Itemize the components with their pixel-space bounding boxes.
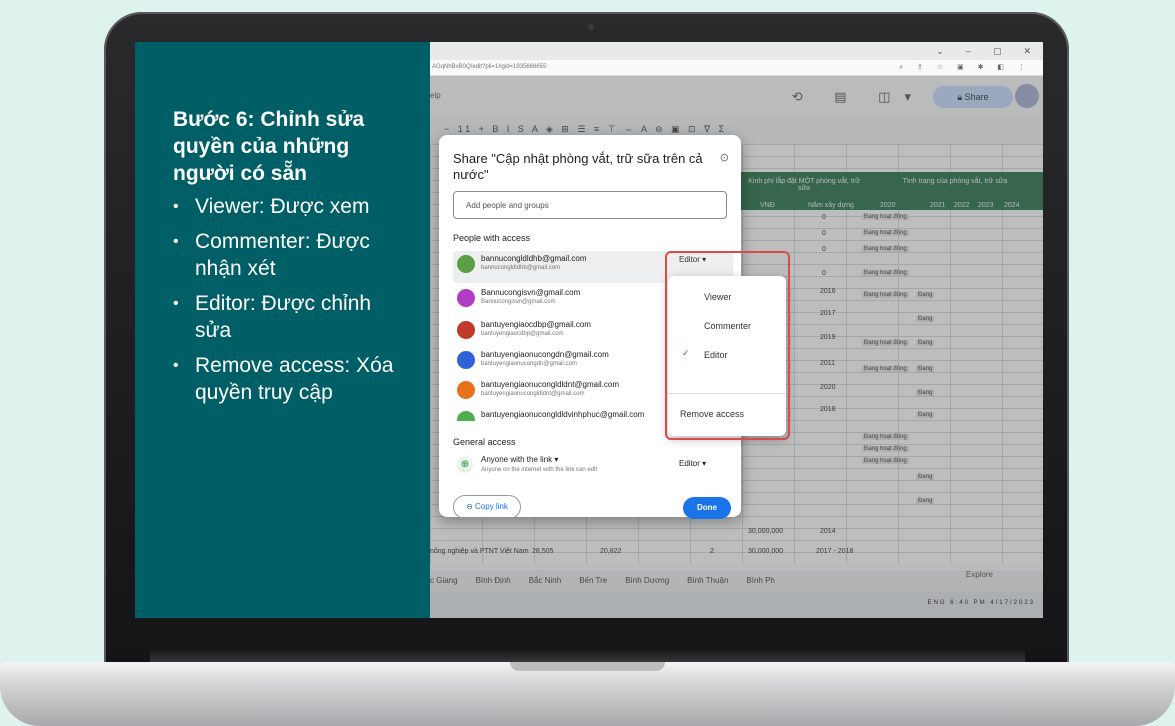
laptop-base — [0, 662, 1175, 726]
avatar — [457, 255, 475, 273]
instruction-panel: Bước 6: Chỉnh sửa quyền của những người … — [135, 42, 430, 618]
person-email: Bannucongisvn@gmail.com — [481, 288, 581, 297]
window-titlebar: ⌄ – ▢ ✕ — [430, 42, 1043, 60]
person-email: bannucongldldhb@gmail.com — [481, 254, 587, 263]
person-sub: bantuyengiaonucongldldnt@gmail.com — [481, 391, 585, 397]
avatar — [457, 351, 475, 369]
help-icon[interactable]: ⊙ — [720, 151, 729, 164]
laptop-notch — [510, 662, 665, 671]
chevron-down-icon[interactable]: ⌄ — [936, 46, 944, 57]
anyone-link-desc: Anyone on the internet with the link can… — [481, 467, 598, 473]
instruction-item: Commenter: Được nhận xét — [173, 228, 410, 282]
browser-toolbar-icons[interactable]: ⌕ ⇪ ☆ ▣ ✱ ◧ ⋮ — [899, 63, 1031, 72]
people-with-access-label: People with access — [453, 233, 531, 243]
step-heading: Bước 6: Chỉnh sửa quyền của những người … — [173, 108, 365, 185]
instruction-item: Editor: Được chỉnh sửa — [173, 290, 410, 344]
link-icon: ⊖ — [466, 502, 476, 511]
person-sub: bantuyengiaonucongdn@gmail.com — [481, 361, 577, 367]
maximize-icon[interactable]: ▢ — [993, 46, 1002, 57]
instruction-item: Viewer: Được xem — [173, 193, 410, 220]
camera-icon — [588, 24, 594, 30]
minimize-icon[interactable]: – — [966, 46, 971, 56]
copy-link-button[interactable]: ⊖ Copy link — [453, 495, 521, 519]
url-text: AGqNhBvB0Q/edit?pli=1#gid=1935668655 — [432, 64, 547, 70]
close-icon[interactable]: ✕ — [1023, 46, 1031, 57]
person-sub: Bannucongisvn@gmail.com — [481, 299, 556, 305]
person-sub: bantuyengiaocdbp@gmail.com — [481, 331, 564, 337]
address-bar[interactable]: AGqNhBvB0Q/edit?pli=1#gid=1935668655 ⌕ ⇪… — [430, 60, 1043, 76]
general-access-label: General access — [453, 437, 516, 447]
laptop-screen: Bước 6: Chỉnh sửa quyền của những người … — [135, 42, 1043, 618]
dialog-title: Share "Cập nhật phòng vắt, trữ sữa trên … — [453, 151, 703, 182]
person-email: bantuyengiaocdbp@gmail.com — [481, 320, 591, 329]
avatar — [457, 321, 475, 339]
avatar — [457, 381, 475, 399]
anyone-link-select[interactable]: Anyone with the link ▾ — [481, 455, 558, 464]
instruction-item: Remove access: Xóa quyền truy cập — [173, 352, 410, 406]
avatar — [457, 411, 475, 421]
general-role-select[interactable]: Editor ▾ — [679, 459, 706, 468]
person-email: bantuyengiaonucongldldnt@gmail.com — [481, 380, 619, 389]
highlight-box — [665, 251, 790, 440]
add-people-input[interactable]: Add people and groups — [453, 191, 727, 219]
person-sub: bannucongldldhb@gmail.com — [481, 265, 561, 271]
avatar — [457, 289, 475, 307]
done-button[interactable]: Done — [683, 497, 731, 519]
caret-down-icon: ▾ — [554, 455, 559, 464]
person-email: bantuyengiaonucongldldvinhphuc@gmail.com — [481, 410, 645, 419]
caret-down-icon: ▾ — [702, 459, 707, 468]
person-email: bantuyengiaonucongdn@gmail.com — [481, 350, 609, 359]
globe-icon: ⊕ — [457, 457, 473, 473]
instruction-list: Viewer: Được xem Commenter: Được nhận xé… — [173, 193, 410, 406]
